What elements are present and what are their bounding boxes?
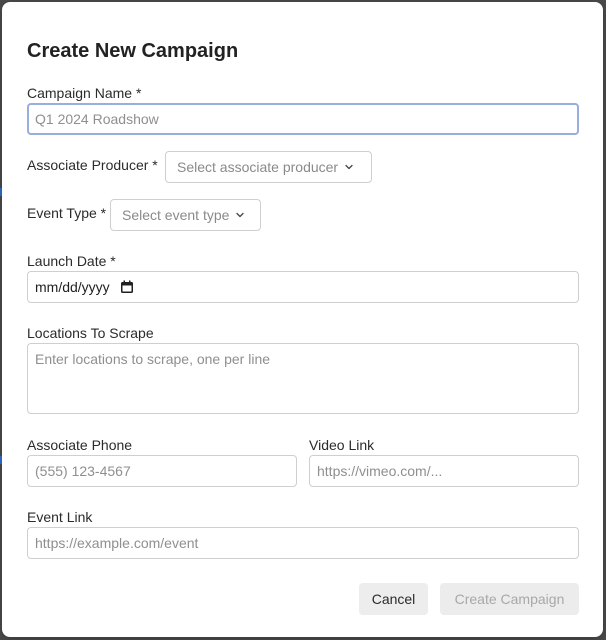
campaign-name-label: Campaign Name * [27,85,142,101]
video-link-label: Video Link [309,437,375,453]
launch-date-input[interactable]: mm/dd/yyyy [27,271,579,303]
chevron-down-icon [345,164,353,170]
associate-producer-placeholder: Select associate producer [177,159,339,175]
chevron-down-icon [236,212,245,218]
associate-phone-input[interactable] [27,455,297,487]
event-link-input[interactable] [27,527,579,559]
associate-phone-label: Associate Phone [27,437,133,453]
create-campaign-button[interactable]: Create Campaign [440,583,579,615]
associate-producer-select[interactable]: Select associate producer [165,151,372,183]
event-type-label: Event Type * [27,205,107,221]
associate-producer-label: Associate Producer * [27,157,158,173]
dialog-title: Create New Campaign [27,40,239,62]
video-link-input[interactable] [309,455,579,487]
event-type-select[interactable]: Select event type [110,199,261,231]
locations-textarea[interactable] [27,343,579,414]
calendar-icon[interactable] [120,280,134,294]
create-campaign-dialog: Create New Campaign Campaign Name * Asso… [2,2,603,637]
launch-date-label: Launch Date * [27,253,116,269]
locations-label: Locations To Scrape [27,325,154,341]
event-type-placeholder: Select event type [122,207,230,223]
cancel-button[interactable]: Cancel [359,583,428,615]
campaign-name-input[interactable] [27,103,579,135]
launch-date-value: mm/dd/yyyy [35,279,110,295]
event-link-label: Event Link [27,509,93,525]
